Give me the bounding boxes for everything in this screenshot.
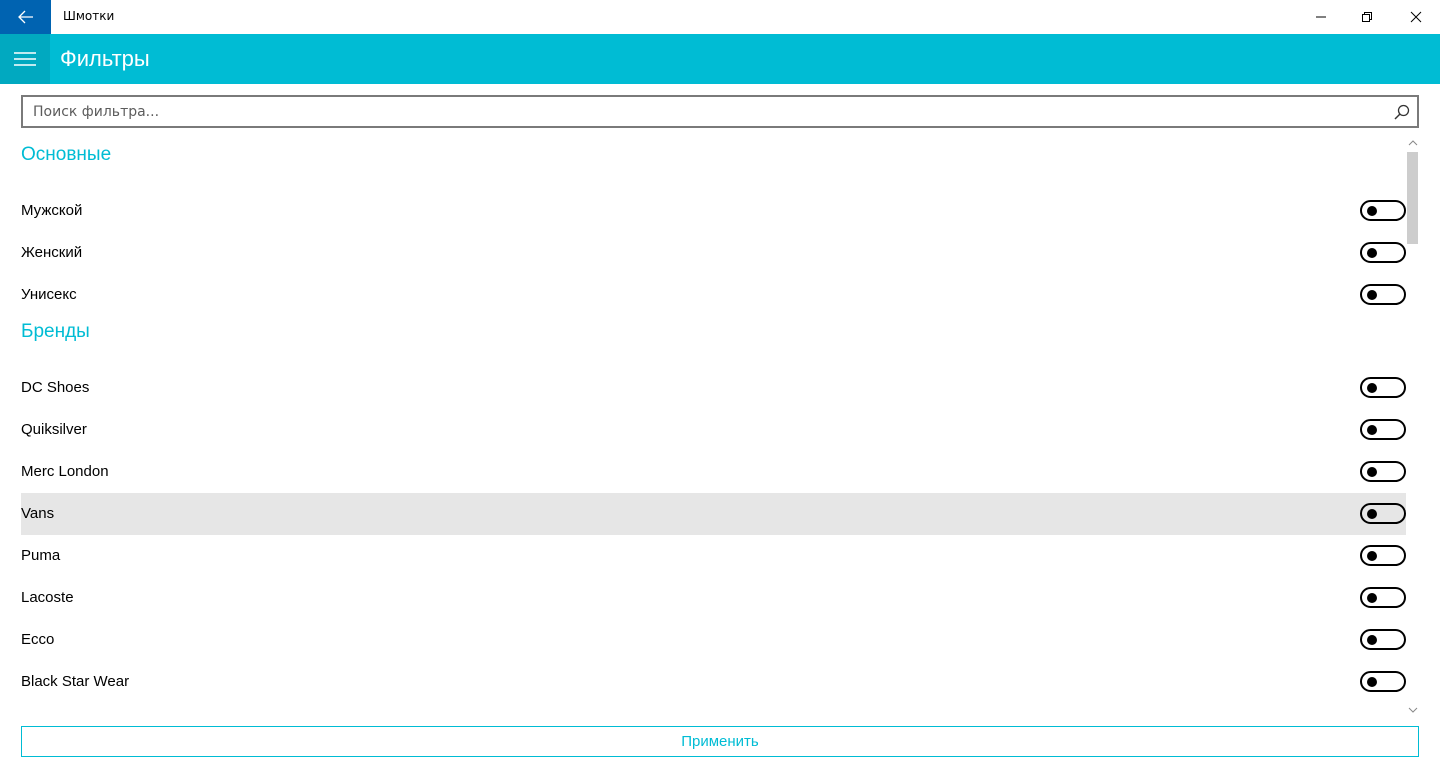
- filter-row[interactable]: Lacoste: [21, 577, 1406, 619]
- hamburger-icon: [14, 52, 36, 66]
- toggle-knob: [1367, 206, 1377, 216]
- toggle-knob: [1367, 593, 1377, 603]
- filter-list: Основные Мужской Женский Унисекс Бренды …: [0, 138, 1406, 715]
- filter-label: Ecco: [21, 631, 55, 648]
- filter-toggle[interactable]: [1360, 200, 1406, 221]
- search-icon[interactable]: [1393, 103, 1411, 121]
- minimize-icon: [1316, 16, 1326, 18]
- toggle-knob: [1367, 467, 1377, 477]
- filter-label: Мужской: [21, 202, 83, 219]
- filter-row[interactable]: Мужской: [21, 190, 1406, 232]
- menu-button[interactable]: [0, 34, 50, 84]
- search-box: [21, 95, 1419, 128]
- toggle-knob: [1367, 290, 1377, 300]
- filter-label: Black Star Wear: [21, 673, 130, 690]
- chevron-down-icon[interactable]: [1408, 705, 1418, 715]
- title-bar: Шмотки: [0, 0, 1440, 34]
- filter-toggle[interactable]: [1360, 629, 1406, 650]
- filter-toggle[interactable]: [1360, 284, 1406, 305]
- close-icon: [1410, 11, 1422, 23]
- filter-label: Puma: [21, 547, 61, 564]
- arrow-left-icon: [17, 10, 33, 24]
- toggle-knob: [1367, 425, 1377, 435]
- filter-row[interactable]: Женский: [21, 232, 1406, 274]
- apply-button[interactable]: Применить: [21, 726, 1419, 757]
- filter-label: Merc London: [21, 463, 109, 480]
- filter-label: Quiksilver: [21, 421, 87, 438]
- filter-row[interactable]: DC Shoes: [21, 367, 1406, 409]
- filter-row[interactable]: Merc London: [21, 451, 1406, 493]
- toggle-knob: [1367, 383, 1377, 393]
- filter-toggle[interactable]: [1360, 242, 1406, 263]
- toggle-knob: [1367, 635, 1377, 645]
- toggle-knob: [1367, 248, 1377, 258]
- filter-toggle[interactable]: [1360, 545, 1406, 566]
- app-title: Шмотки: [63, 9, 115, 23]
- filter-toggle[interactable]: [1360, 377, 1406, 398]
- filter-toggle[interactable]: [1360, 461, 1406, 482]
- filter-toggle[interactable]: [1360, 503, 1406, 524]
- scrollbar-thumb[interactable]: [1407, 152, 1418, 244]
- toggle-knob: [1367, 677, 1377, 687]
- filter-label: Vans: [21, 505, 55, 522]
- filter-row[interactable]: Black Star Wear: [21, 661, 1406, 703]
- filter-row[interactable]: Quiksilver: [21, 409, 1406, 451]
- section-title-brands: Бренды: [21, 321, 90, 342]
- filter-label: DC Shoes: [21, 379, 90, 396]
- list-scrollbar[interactable]: [1406, 138, 1419, 715]
- filter-label: Женский: [21, 244, 83, 261]
- restore-icon: [1362, 12, 1372, 22]
- app-header: Фильтры: [0, 34, 1440, 84]
- toggle-knob: [1367, 509, 1377, 519]
- filter-label: Унисекс: [21, 286, 77, 303]
- search-input[interactable]: [33, 102, 1373, 122]
- back-button[interactable]: [0, 0, 51, 34]
- filter-row[interactable]: Vans: [21, 493, 1406, 535]
- chevron-up-icon[interactable]: [1408, 138, 1418, 148]
- filter-label: Lacoste: [21, 589, 74, 606]
- filter-toggle[interactable]: [1360, 671, 1406, 692]
- filter-row[interactable]: Унисекс: [21, 274, 1406, 316]
- toggle-knob: [1367, 551, 1377, 561]
- filter-row[interactable]: Ecco: [21, 619, 1406, 661]
- close-button[interactable]: [1393, 0, 1439, 34]
- restore-button[interactable]: [1344, 0, 1390, 34]
- minimize-button[interactable]: [1298, 0, 1344, 34]
- section-title-basic: Основные: [21, 144, 112, 165]
- filter-row[interactable]: Puma: [21, 535, 1406, 577]
- filter-toggle[interactable]: [1360, 419, 1406, 440]
- page-title: Фильтры: [60, 46, 150, 71]
- filter-toggle[interactable]: [1360, 587, 1406, 608]
